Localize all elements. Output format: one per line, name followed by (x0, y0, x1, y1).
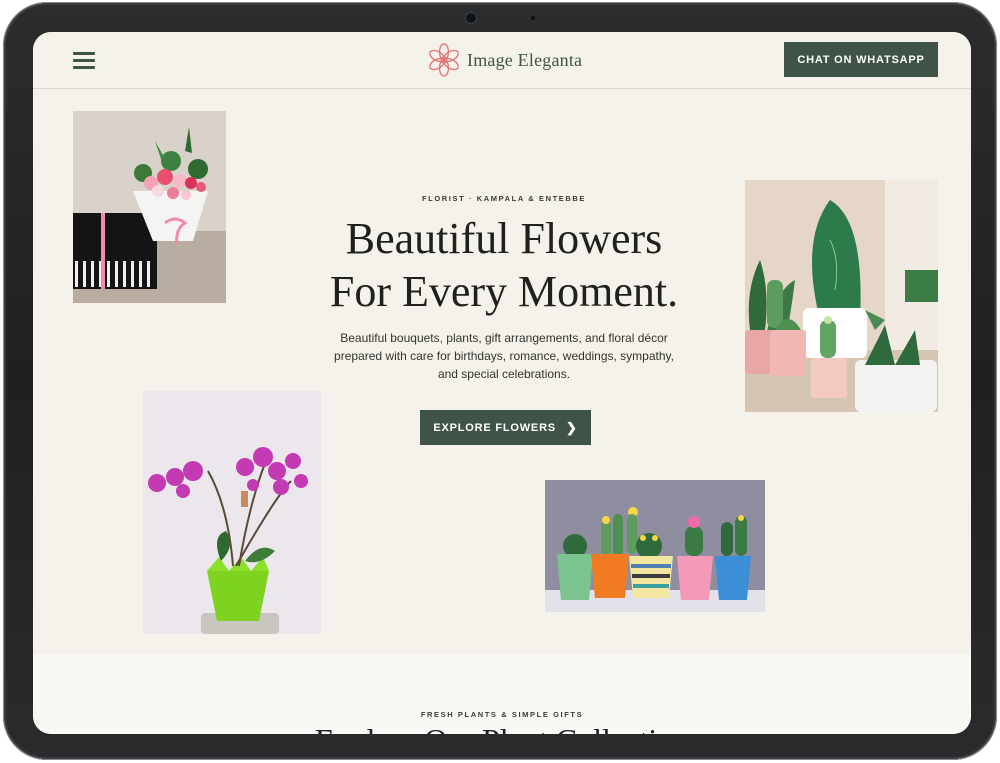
hero-subtext: Beautiful bouquets, plants, gift arrange… (334, 331, 674, 381)
flower-logo-icon (429, 43, 459, 77)
plant-collection-section: FRESH PLANTS & SIMPLE GIFTS Explore Our … (33, 654, 971, 734)
brand-name: Image Eleganta (467, 49, 583, 70)
potted-cacti-indoor-photo (745, 180, 938, 412)
site-logo[interactable]: Image Eleganta (427, 42, 582, 78)
tablet-frame: Image Eleganta CHAT ON WHATSAPP FLORIST … (3, 2, 997, 760)
hero-headline: Beautiful Flowers For Every Moment. (283, 212, 725, 318)
website-screen: Image Eleganta CHAT ON WHATSAPP FLORIST … (33, 32, 971, 734)
front-camera (466, 13, 476, 23)
section-title: Explore Our Plant Collection (213, 722, 791, 734)
headline-line-2: For Every Moment. (329, 267, 679, 316)
orchid-pot-photo (143, 391, 321, 634)
explore-flowers-button[interactable]: EXPLORE FLOWERS ❯ (420, 410, 591, 445)
site-header: Image Eleganta CHAT ON WHATSAPP (33, 32, 971, 89)
chevron-right-icon: ❯ (565, 419, 578, 435)
colorful-cacti-pots-photo (545, 480, 765, 612)
hero-eyebrow: FLORIST · KAMPALA & ENTEBBE (421, 194, 587, 203)
hamburger-menu-icon[interactable] (73, 50, 97, 70)
chat-on-whatsapp-button[interactable]: CHAT ON WHATSAPP (784, 42, 938, 77)
bouquet-gift-box-photo (73, 111, 226, 303)
cta-label: EXPLORE FLOWERS (433, 421, 556, 434)
section-eyebrow: FRESH PLANTS & SIMPLE GIFTS (420, 710, 584, 719)
camera-sensor (531, 16, 535, 20)
headline-line-1: Beautiful Flowers (345, 214, 663, 263)
